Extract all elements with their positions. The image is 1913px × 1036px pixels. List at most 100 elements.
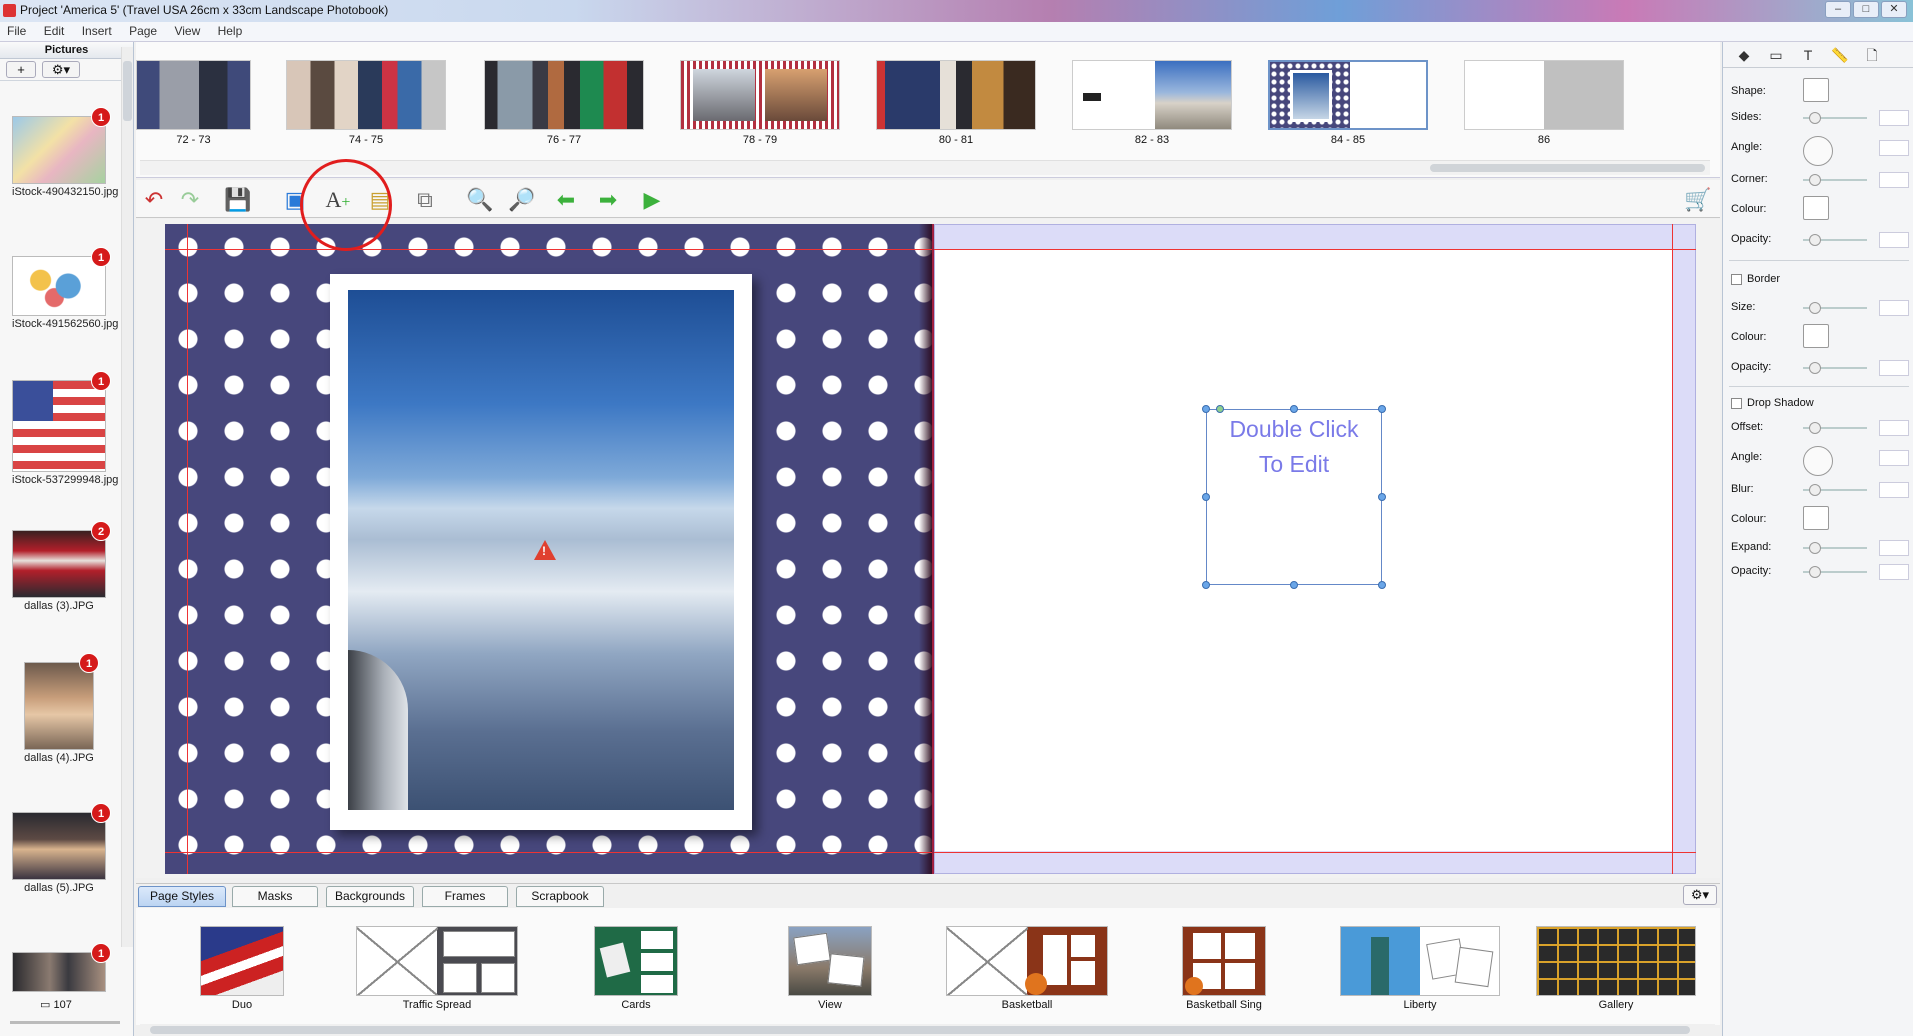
maximize-icon[interactable]: □ [1853, 1, 1879, 18]
close-icon[interactable]: ✕ [1881, 1, 1907, 18]
angle-dial[interactable] [1803, 136, 1833, 166]
drop-shadow-checkbox[interactable] [1731, 398, 1742, 409]
blur-value[interactable] [1879, 482, 1909, 498]
picture-item[interactable]: 1 dallas (5).JPG [12, 803, 111, 894]
border-size-value[interactable] [1879, 300, 1909, 316]
undo-button[interactable]: ↶ [140, 187, 168, 213]
corner-value[interactable] [1879, 172, 1909, 188]
resize-handle[interactable] [1202, 581, 1210, 589]
order-button[interactable]: 🛒 [1684, 187, 1712, 213]
styles-scroll-thumb[interactable] [150, 1026, 1690, 1034]
border-checkbox[interactable] [1731, 274, 1742, 285]
opacity-knob[interactable] [1809, 234, 1821, 246]
sides-value[interactable] [1879, 110, 1909, 126]
shadow-angle-dial[interactable] [1803, 446, 1833, 476]
picture-item[interactable]: 1 iStock-537299948.jpg [12, 371, 118, 486]
spread-74-75[interactable]: 74 - 75 [286, 60, 446, 146]
picture-item[interactable]: 1 [12, 943, 111, 992]
ruler-properties-tab[interactable]: 📏 [1825, 45, 1855, 65]
zoom-in-button[interactable]: 🔎 [508, 187, 536, 213]
styles-scrollbar[interactable] [140, 1024, 1715, 1036]
page-properties-tab[interactable]: 🗋 [1857, 45, 1887, 65]
expand-knob[interactable] [1809, 542, 1821, 554]
spread-86[interactable]: 86 [1464, 60, 1624, 146]
redo-button[interactable]: ↷ [176, 187, 204, 213]
resize-handle[interactable] [1378, 405, 1386, 413]
style-gallery[interactable]: Gallery [1536, 926, 1696, 1011]
next-page-button[interactable]: ➡ [594, 187, 622, 213]
previous-page-button[interactable]: ⬅ [552, 187, 580, 213]
resize-handle[interactable] [1378, 493, 1386, 501]
style-basketball[interactable]: Basketball [946, 926, 1108, 1011]
style-traffic-spread[interactable]: Traffic Spread [356, 926, 518, 1011]
tab-scrapbook[interactable]: Scrapbook [516, 886, 604, 907]
resize-handle[interactable] [1378, 581, 1386, 589]
sides-knob[interactable] [1809, 112, 1821, 124]
pictures-scroll-thumb[interactable] [123, 61, 132, 121]
text-box[interactable]: Double Click To Edit [1206, 409, 1382, 585]
menu-page[interactable]: Page [122, 22, 164, 40]
style-cards[interactable]: Cards [594, 926, 678, 1011]
shadow-opacity-value[interactable] [1879, 564, 1909, 580]
border-opacity-value[interactable] [1879, 360, 1909, 376]
pictures-gear-button[interactable]: ⚙▾ [42, 61, 80, 78]
expand-value[interactable] [1879, 540, 1909, 556]
picture-item[interactable]: 1 iStock-490432150.jpg [12, 107, 118, 198]
frame-properties-tab[interactable]: ▭ [1761, 45, 1791, 65]
warning-icon[interactable]: ! [534, 540, 556, 560]
save-button[interactable]: 💾 [224, 187, 252, 213]
resize-handle[interactable] [1290, 581, 1298, 589]
colour-swatch[interactable] [1803, 196, 1829, 220]
shadow-angle-value[interactable] [1879, 450, 1909, 466]
shape-selector[interactable] [1803, 78, 1829, 102]
menu-file[interactable]: File [0, 22, 33, 40]
shadow-colour-swatch[interactable] [1803, 506, 1829, 530]
library-gear-button[interactable]: ⚙▾ [1683, 885, 1717, 905]
style-liberty[interactable]: Liberty [1340, 926, 1500, 1011]
style-basketball-single[interactable]: Basketball Sing [1182, 926, 1266, 1011]
picture-item[interactable]: 2 dallas (3).JPG [12, 521, 111, 612]
menu-help[interactable]: Help [211, 22, 250, 40]
tab-frames[interactable]: Frames [422, 886, 508, 907]
spread-78-79[interactable]: 78 - 79 [680, 60, 840, 146]
picture-item[interactable]: 1 dallas (4).JPG [12, 653, 106, 764]
tab-page-styles[interactable]: Page Styles [138, 886, 226, 907]
resize-handle[interactable] [1202, 493, 1210, 501]
tab-masks[interactable]: Masks [232, 886, 318, 907]
menu-view[interactable]: View [167, 22, 207, 40]
spread-72-73[interactable]: 72 - 73 [136, 60, 251, 146]
spread-80-81[interactable]: 80 - 81 [876, 60, 1036, 146]
menu-insert[interactable]: Insert [75, 22, 119, 40]
picture-item[interactable]: 1 iStock-491562560.jpg [12, 247, 118, 330]
spreads-scroll-thumb[interactable] [1430, 164, 1705, 172]
spread-82-83[interactable]: 82 - 83 [1072, 60, 1232, 146]
zoom-out-button[interactable]: 🔍 [466, 187, 494, 213]
tab-backgrounds[interactable]: Backgrounds [326, 886, 414, 907]
thumbnail-size-slider[interactable] [10, 1021, 120, 1024]
pictures-scrollbar[interactable] [121, 47, 133, 947]
style-view[interactable]: View [788, 926, 872, 1011]
shadow-opacity-knob[interactable] [1809, 566, 1821, 578]
style-duo[interactable]: Duo [200, 926, 284, 1011]
blur-knob[interactable] [1809, 484, 1821, 496]
opacity-value[interactable] [1879, 232, 1909, 248]
offset-knob[interactable] [1809, 422, 1821, 434]
corner-knob[interactable] [1809, 174, 1821, 186]
resize-handle[interactable] [1290, 405, 1298, 413]
rotate-handle[interactable] [1216, 405, 1224, 413]
resize-handle[interactable] [1202, 405, 1210, 413]
border-opacity-knob[interactable] [1809, 362, 1821, 374]
offset-value[interactable] [1879, 420, 1909, 436]
angle-value[interactable] [1879, 140, 1909, 156]
shape-properties-tab[interactable]: ◆ [1729, 45, 1759, 65]
spread-76-77[interactable]: 76 - 77 [484, 60, 644, 146]
spread-84-85[interactable]: 84 - 85 [1268, 60, 1428, 146]
add-picture-button[interactable]: + [6, 61, 36, 78]
arrange-button[interactable]: ⧉ [411, 187, 439, 213]
border-colour-swatch[interactable] [1803, 324, 1829, 348]
border-size-knob[interactable] [1809, 302, 1821, 314]
preview-button[interactable]: ▶ [638, 187, 666, 213]
text-properties-tab[interactable]: T [1793, 45, 1823, 65]
menu-edit[interactable]: Edit [37, 22, 72, 40]
minimize-icon[interactable]: – [1825, 1, 1851, 18]
